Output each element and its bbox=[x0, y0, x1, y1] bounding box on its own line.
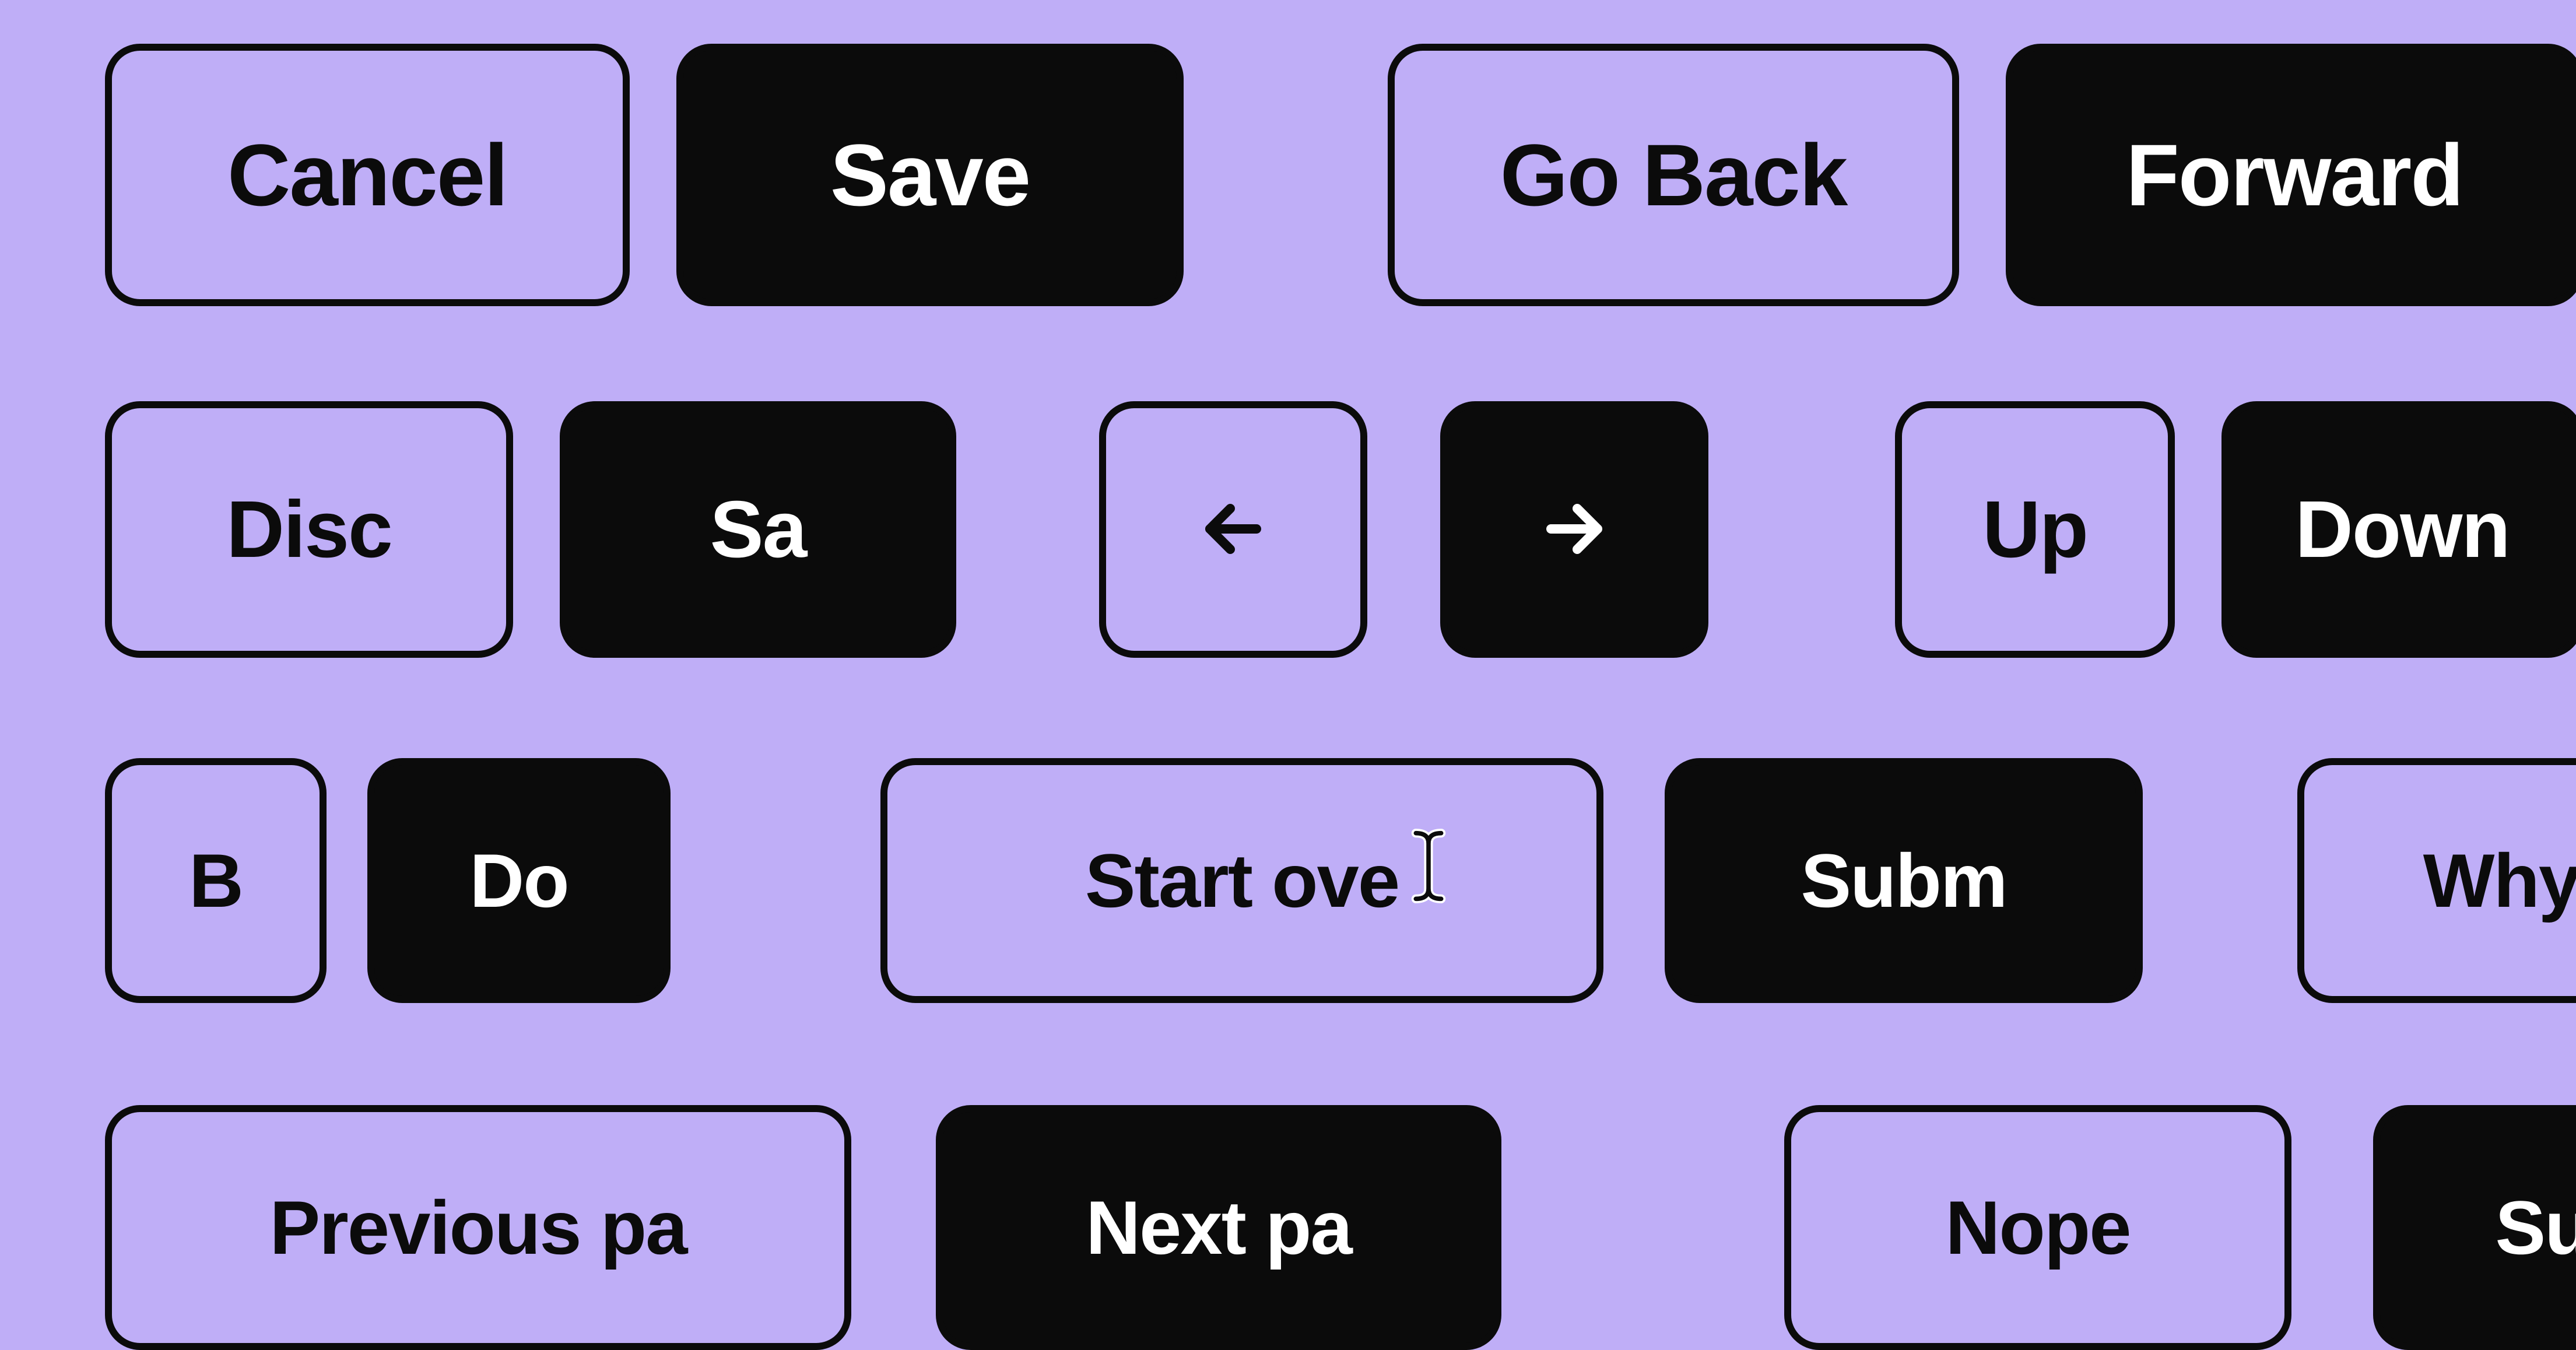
arrow-right-icon bbox=[1539, 494, 1609, 566]
down-label: Down bbox=[2295, 483, 2510, 576]
arrow-right-button[interactable] bbox=[1440, 401, 1708, 658]
previous-pa-label: Previous pa bbox=[270, 1184, 687, 1271]
next-pa-label: Next pa bbox=[1086, 1184, 1352, 1271]
save-button[interactable]: Save bbox=[676, 44, 1184, 306]
do-button[interactable]: Do bbox=[367, 758, 671, 1003]
start-over-button[interactable]: Start ove bbox=[880, 758, 1603, 1003]
arrow-left-icon bbox=[1198, 494, 1268, 566]
previous-pa-button[interactable]: Previous pa bbox=[105, 1105, 851, 1350]
forward-button[interactable]: Forward bbox=[2006, 44, 2576, 306]
up-button[interactable]: Up bbox=[1895, 401, 2175, 658]
disc-label: Disc bbox=[226, 483, 392, 576]
next-pa-button[interactable]: Next pa bbox=[936, 1105, 1501, 1350]
cancel-button[interactable]: Cancel bbox=[105, 44, 630, 306]
arrow-left-button[interactable] bbox=[1099, 401, 1367, 658]
b-button[interactable]: B bbox=[105, 758, 327, 1003]
why-button[interactable]: Why bbox=[2297, 758, 2576, 1003]
start-over-label: Start ove bbox=[1085, 837, 1399, 924]
do-label: Do bbox=[469, 837, 568, 924]
forward-label: Forward bbox=[2126, 125, 2463, 226]
go-back-button[interactable]: Go Back bbox=[1388, 44, 1959, 306]
down-button[interactable]: Down bbox=[2221, 401, 2576, 658]
up-label: Up bbox=[1982, 483, 2087, 576]
nope-button[interactable]: Nope bbox=[1784, 1105, 2291, 1350]
nope-label: Nope bbox=[1946, 1184, 2131, 1271]
subm-label: Subm bbox=[1801, 837, 2006, 924]
save-label: Save bbox=[830, 125, 1030, 226]
sa-label: Sa bbox=[710, 483, 806, 576]
sure-button[interactable]: Sure bbox=[2373, 1105, 2576, 1350]
subm-button[interactable]: Subm bbox=[1665, 758, 2143, 1003]
cancel-label: Cancel bbox=[227, 125, 507, 226]
go-back-label: Go Back bbox=[1500, 125, 1847, 226]
b-label: B bbox=[189, 837, 243, 924]
disc-button[interactable]: Disc bbox=[105, 401, 513, 658]
sure-label: Sure bbox=[2495, 1184, 2576, 1271]
sa-button[interactable]: Sa bbox=[560, 401, 956, 658]
why-label: Why bbox=[2423, 837, 2576, 924]
